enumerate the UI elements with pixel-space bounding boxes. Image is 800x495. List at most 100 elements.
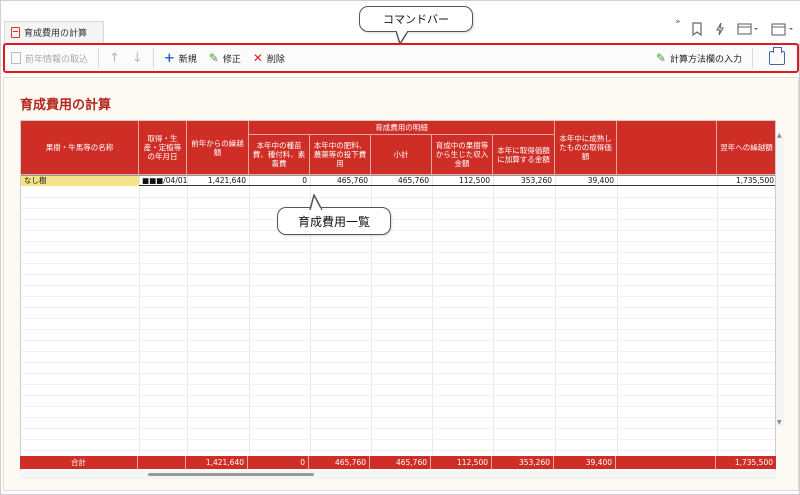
move-down-button[interactable]: ↓ (126, 46, 149, 70)
row-line (21, 329, 775, 330)
cost-grid: 果樹・牛馬等の名称 取得・生産・定植等の年月日 前年からの繰越額 育成費用の明細… (20, 120, 776, 472)
list-callout: 育成費用一覧 (277, 194, 391, 235)
app-window: 育成費用の計算 » コマンドバー 前年情報の取込 ↑ ↓ + 新規 ✎ 修正 ✕… (0, 0, 800, 495)
row-line (21, 252, 775, 253)
row-line (21, 384, 775, 385)
window-icon[interactable] (737, 20, 759, 38)
scroll-up-icon[interactable]: ▲ (777, 132, 782, 139)
divider (152, 48, 154, 68)
cell-fertilizer[interactable]: 465,760 (310, 176, 371, 186)
edit-button[interactable]: ✎ 修正 (203, 46, 247, 70)
header-subtotal[interactable]: 小計 (371, 135, 432, 175)
plus-icon: + (163, 50, 175, 66)
header-blank (617, 121, 717, 175)
row-line (21, 318, 775, 319)
header-carry-prev[interactable]: 前年からの繰越額 (187, 121, 249, 175)
callout-label: 育成費用一覧 (297, 214, 370, 229)
cell-income[interactable]: 112,500 (432, 176, 493, 186)
grid-body: なし樹 ■■■/04/01 1,421,640 0 465,760 465,76… (21, 175, 775, 465)
table-row[interactable]: なし樹 ■■■/04/01 1,421,640 0 465,760 465,76… (21, 175, 775, 186)
row-line (21, 197, 775, 198)
row-line (21, 395, 775, 396)
row-line (21, 439, 775, 440)
total-carry-next: 1,735,500 (734, 458, 773, 467)
calendar-icon[interactable] (771, 20, 795, 38)
row-line (21, 296, 775, 297)
cell-blank[interactable] (617, 176, 717, 186)
pencil-icon: ✎ (655, 51, 666, 65)
row-line (21, 219, 775, 220)
total-row: 合計 1,421,640 0 465,760 465,760 112,500 3… (20, 456, 776, 469)
row-line (21, 351, 775, 352)
total-matured: 39,400 (554, 456, 616, 469)
row-line (21, 285, 775, 286)
row-line (21, 241, 775, 242)
arrow-down-icon: ↓ (131, 50, 143, 66)
printer-icon (769, 47, 785, 65)
delete-button[interactable]: ✕ 削除 (247, 46, 291, 70)
total-blank (616, 456, 716, 469)
total-fertilizer: 465,760 (309, 456, 370, 469)
cell-seed[interactable]: 0 (249, 176, 310, 186)
scroll-thumb[interactable] (148, 473, 314, 476)
header-name[interactable]: 果樹・牛馬等の名称 (21, 121, 139, 175)
row-line (21, 340, 775, 341)
row-line (21, 307, 775, 308)
row-line (21, 274, 775, 275)
import-prev-button[interactable]: 前年情報の取込 (5, 46, 94, 70)
main-content: 育成費用の計算 果樹・牛馬等の名称 取得・生産・定植等の年月日 前年からの繰越額… (3, 77, 799, 491)
scroll-down-icon[interactable]: ▼ (777, 419, 782, 426)
command-bar-callout: コマンドバー (359, 6, 473, 45)
header-carry-next[interactable]: 翌年への繰越額 (717, 121, 775, 175)
bookmark-icon[interactable] (691, 20, 703, 38)
tab-label: 育成費用の計算 (24, 29, 88, 39)
arrow-up-icon: ↑ (109, 50, 120, 66)
edit-label: 修正 (222, 54, 241, 65)
calc-method-button[interactable]: ✎ 計算方法欄の入力 (650, 46, 748, 70)
total-seed: 0 (248, 456, 309, 469)
horizontal-scrollbar[interactable] (20, 471, 776, 479)
row-line (21, 373, 775, 374)
print-button[interactable] (757, 46, 797, 70)
cell-add-cost[interactable]: 353,260 (493, 176, 555, 186)
divider (98, 48, 100, 68)
document-import-icon (11, 52, 21, 64)
header-seed[interactable]: 本年中の種苗費、種付料、素畜費 (249, 135, 310, 175)
row-line (21, 417, 775, 418)
divider (752, 48, 753, 68)
row-line (21, 450, 775, 451)
command-bar: 前年情報の取込 ↑ ↓ + 新規 ✎ 修正 ✕ 削除 ✎ 計算方法欄の入力 (3, 43, 799, 73)
calc-method-label: 計算方法欄の入力 (669, 54, 742, 65)
total-carry-prev: 1,421,640 (186, 456, 248, 469)
lightning-icon[interactable] (715, 20, 725, 38)
row-line (21, 406, 775, 407)
cell-name[interactable]: なし樹 (21, 176, 139, 186)
header-matured[interactable]: 本年中に成熟したものの取得価額 (555, 121, 617, 175)
cell-date[interactable]: ■■■/04/01 (139, 176, 187, 186)
callout-label: コマンドバー (383, 13, 449, 26)
top-toolbar (691, 19, 795, 39)
total-income: 112,500 (431, 456, 492, 469)
cell-subtotal[interactable]: 465,760 (371, 176, 432, 186)
overflow-chevron-icon[interactable]: » (675, 17, 681, 27)
header-add-cost[interactable]: 本年に取得価額に加算する金額 (493, 135, 555, 175)
add-button[interactable]: + 新規 (158, 46, 203, 70)
cell-matured[interactable]: 39,400 (555, 176, 617, 186)
vertical-scrollbar[interactable]: ▲ ▼ (776, 132, 784, 426)
total-date (138, 456, 186, 469)
row-line (21, 362, 775, 363)
cell-carry-next[interactable]: 1,735,500 (717, 176, 775, 186)
row-line (21, 208, 775, 209)
header-date[interactable]: 取得・生産・定植等の年月日 (139, 121, 187, 175)
total-label: 合計 (20, 456, 138, 469)
grid-header: 果樹・牛馬等の名称 取得・生産・定植等の年月日 前年からの繰越額 育成費用の明細… (21, 121, 775, 175)
cell-carry-prev[interactable]: 1,421,640 (187, 176, 249, 186)
page-title: 育成費用の計算 (20, 98, 112, 113)
pencil-icon: ✎ (208, 51, 219, 65)
tab-ikusei[interactable]: 育成費用の計算 (4, 21, 104, 43)
row-line (21, 263, 775, 264)
header-fertilizer[interactable]: 本年中の肥料、農薬等の投下費用 (310, 135, 371, 175)
import-prev-label: 前年情報の取込 (25, 54, 89, 65)
move-up-button[interactable]: ↑ (103, 46, 126, 70)
header-income[interactable]: 育成中の果樹等から生じた収入金額 (432, 135, 493, 175)
